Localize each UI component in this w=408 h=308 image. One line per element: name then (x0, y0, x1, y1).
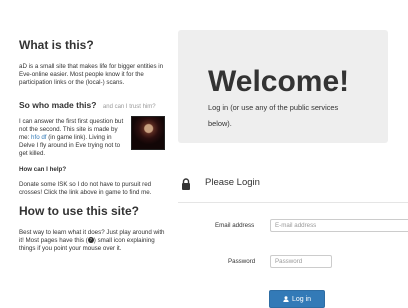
about-title: What is this? (19, 38, 94, 52)
email-label: Email address (215, 222, 255, 229)
author-avatar (131, 116, 165, 150)
howto-text: Best way to learn what it does? Just pla… (19, 229, 169, 253)
welcome-jumbotron: Welcome! Log in (or use any of the publi… (178, 30, 388, 143)
who-block: I can answer the first first question bu… (19, 116, 169, 158)
who-heading: So who made this? and can I trust him? (19, 95, 169, 113)
password-field[interactable] (270, 255, 332, 268)
who-text: I can answer the first first question bu… (19, 118, 127, 158)
welcome-heading: Welcome! (208, 65, 350, 98)
howto-title: How to use this site? (19, 204, 140, 218)
who-subtitle: and can I trust him? (102, 104, 156, 110)
who-title: So who made this? (19, 100, 97, 110)
sidebar-info: What is this? aD is a small site that ma… (19, 38, 169, 253)
about-text: aD is a small site that makes life for b… (19, 63, 164, 86)
lock-icon (182, 178, 190, 190)
welcome-lead: Log in (or use any of the public service… (208, 103, 339, 128)
user-icon (283, 296, 289, 302)
help-title: How can I help? (19, 166, 67, 173)
login-button-label: Log in (291, 295, 312, 303)
login-divider (178, 202, 408, 203)
login-button[interactable]: Log in (269, 290, 325, 308)
password-label: Password (228, 258, 256, 265)
email-field[interactable] (270, 219, 408, 232)
login-title: Please Login (205, 177, 260, 188)
help-text: Donate some ISK so I do not have to purs… (19, 181, 152, 196)
author-link[interactable]: hfo df (31, 134, 46, 141)
